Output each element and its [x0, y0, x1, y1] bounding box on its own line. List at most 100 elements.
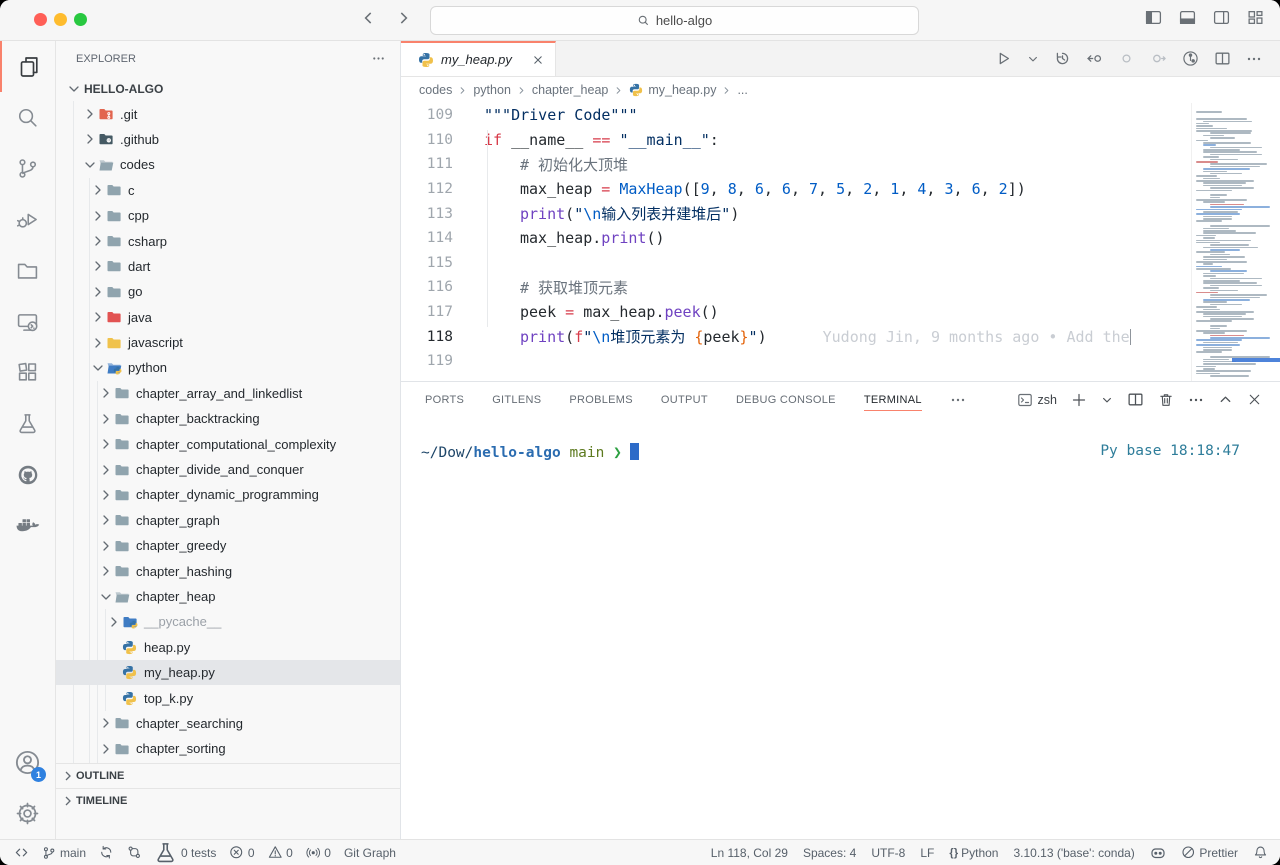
tree-item--pycache-[interactable]: __pycache__ [56, 609, 400, 634]
new-terminal-icon[interactable] [1071, 392, 1087, 408]
code-line-114[interactable]: 114max_heap.print() [401, 226, 1280, 251]
tree-item-codes[interactable]: codes [56, 152, 400, 177]
tree-item-top-k-py[interactable]: top_k.py [56, 685, 400, 710]
tree-item-heap-py[interactable]: heap.py [56, 635, 400, 660]
tree-item-javascript[interactable]: javascript [56, 330, 400, 355]
status-compare[interactable] [127, 845, 142, 860]
tree-item-hello-algo[interactable]: HELLO-ALGO [56, 76, 400, 101]
close-tab-icon[interactable] [531, 53, 545, 67]
explorer-activity-icon[interactable] [0, 41, 55, 92]
close-window-button[interactable] [34, 13, 47, 26]
code-line-118[interactable]: 118print(f"\n堆顶元素为 {peek}")Yudong Jin, 9… [401, 324, 1280, 349]
breadcrumb-item[interactable]: ... [737, 83, 747, 97]
breadcrumb-item[interactable]: codes [419, 83, 452, 97]
editor-more-actions-icon[interactable] [1246, 51, 1262, 67]
code-line-111[interactable]: 111# 初始化大顶堆 [401, 152, 1280, 177]
tree-item-chapter-divide-and-conquer[interactable]: chapter_divide_and_conquer [56, 457, 400, 482]
open-changes-icon[interactable] [1086, 50, 1103, 67]
panel-tab-output[interactable]: OUTPUT [661, 382, 708, 417]
customize-layout-icon[interactable] [1247, 9, 1264, 26]
status-bell[interactable] [1253, 845, 1268, 860]
code-line-117[interactable]: 117peek = max_heap.peek() [401, 300, 1280, 325]
tree-item-csharp[interactable]: csharp [56, 228, 400, 253]
status-0[interactable]: 0 [306, 845, 331, 860]
close-panel-icon[interactable] [1247, 392, 1262, 407]
extensions-activity-icon[interactable] [0, 347, 55, 398]
status-sync[interactable] [99, 845, 114, 860]
code-line-110[interactable]: 110if __name__ == "__main__": [401, 128, 1280, 153]
nav-back-icon[interactable] [360, 9, 378, 27]
code-line-119[interactable]: 119 [401, 349, 1280, 374]
split-terminal-icon[interactable] [1127, 391, 1144, 408]
status-git-graph[interactable]: Git Graph [344, 846, 396, 860]
panel-tab-gitlens[interactable]: GITLENS [492, 382, 541, 417]
search-activity-icon[interactable] [0, 92, 55, 143]
maximize-window-button[interactable] [74, 13, 87, 26]
status-0[interactable]: 0 [229, 845, 254, 860]
code-line-109[interactable]: 109"""Driver Code""" [401, 103, 1280, 128]
toggle-secondary-sidebar-icon[interactable] [1213, 9, 1230, 26]
tree-item-chapter-graph[interactable]: chapter_graph [56, 508, 400, 533]
status-remote[interactable] [14, 845, 29, 860]
file-history-icon[interactable] [1054, 50, 1071, 67]
tree-item-chapter-greedy[interactable]: chapter_greedy [56, 533, 400, 558]
code-editor[interactable]: 109"""Driver Code"""110if __name__ == "_… [401, 103, 1280, 381]
panel-tab-debug-console[interactable]: DEBUG CONSOLE [736, 382, 836, 417]
tree-item-chapter-array-and-linkedlist[interactable]: chapter_array_and_linkedlist [56, 381, 400, 406]
breadcrumb-item[interactable]: chapter_heap [532, 83, 608, 97]
tree-item-cpp[interactable]: cpp [56, 203, 400, 228]
breadcrumb-item[interactable]: python [473, 83, 511, 97]
tree-item--github[interactable]: .github [56, 127, 400, 152]
tree-item--git[interactable]: .git [56, 101, 400, 126]
tree-item-chapter-heap[interactable]: chapter_heap [56, 584, 400, 609]
tree-item-chapter-backtracking[interactable]: chapter_backtracking [56, 406, 400, 431]
source-control-activity-icon[interactable] [0, 143, 55, 194]
minimap[interactable] [1191, 103, 1280, 381]
panel-more-actions-icon[interactable] [1188, 392, 1204, 408]
panel-tab-ports[interactable]: PORTS [425, 382, 464, 417]
tree-item-go[interactable]: go [56, 279, 400, 304]
minimize-window-button[interactable] [54, 13, 67, 26]
status-utf-8[interactable]: UTF-8 [871, 846, 905, 860]
status-0[interactable]: 0 [268, 845, 293, 860]
panel-tab-problems[interactable]: PROBLEMS [569, 382, 633, 417]
status-main[interactable]: main [42, 846, 86, 860]
code-line-112[interactable]: 112max_heap = MaxHeap([9, 8, 6, 6, 7, 5,… [401, 177, 1280, 202]
panel-tab-terminal[interactable]: TERMINAL [864, 382, 922, 417]
testing-activity-icon[interactable] [0, 398, 55, 449]
status-copilot[interactable] [1150, 845, 1166, 861]
tree-item-chapter-hashing[interactable]: chapter_hashing [56, 558, 400, 583]
explorer-more-actions-icon[interactable] [371, 51, 386, 66]
maximize-panel-icon[interactable] [1218, 392, 1233, 407]
status-prettier[interactable]: Prettier [1181, 845, 1238, 860]
run-and-debug-activity-icon[interactable] [0, 194, 55, 245]
tree-item-chapter-dynamic-programming[interactable]: chapter_dynamic_programming [56, 482, 400, 507]
code-line-115[interactable]: 115 [401, 251, 1280, 276]
terminal[interactable]: ~/Dow/hello-algo main ❯ Py base 18:18:47 [401, 417, 1280, 461]
status-lf[interactable]: LF [920, 846, 934, 860]
gitlens-graph-icon[interactable] [1182, 50, 1199, 67]
nav-forward-icon[interactable] [394, 9, 412, 27]
run-python-file-icon[interactable] [995, 50, 1012, 67]
manage-settings-activity-icon[interactable] [0, 788, 55, 839]
split-editor-icon[interactable] [1214, 50, 1231, 67]
tab-my-heap[interactable]: my_heap.py [401, 41, 556, 76]
command-center-search[interactable]: hello-algo [430, 6, 919, 35]
github-activity-icon[interactable] [0, 449, 55, 500]
panel-tabs-overflow-icon[interactable] [950, 392, 966, 408]
breadcrumb-item[interactable]: my_heap.py [648, 83, 716, 97]
terminal-dropdown-icon[interactable] [1101, 394, 1113, 406]
toggle-panel-icon[interactable] [1179, 9, 1196, 26]
next-change-icon[interactable] [1150, 50, 1167, 67]
status-python[interactable]: { }Python [949, 846, 998, 860]
code-line-113[interactable]: 113print("\n输入列表并建堆后") [401, 201, 1280, 226]
tree-item-chapter-computational-complexity[interactable]: chapter_computational_complexity [56, 431, 400, 456]
tree-item-python[interactable]: python [56, 355, 400, 380]
toggle-sidebar-icon[interactable] [1145, 9, 1162, 26]
tree-item-java[interactable]: java [56, 305, 400, 330]
tree-item-chapter-sorting[interactable]: chapter_sorting [56, 736, 400, 761]
accounts-activity-icon[interactable]: 1 [0, 737, 55, 788]
tree-item-my-heap-py[interactable]: my_heap.py [56, 660, 400, 685]
code-line-116[interactable]: 116# 获取堆顶元素 [401, 275, 1280, 300]
remote-explorer-activity-icon[interactable] [0, 296, 55, 347]
